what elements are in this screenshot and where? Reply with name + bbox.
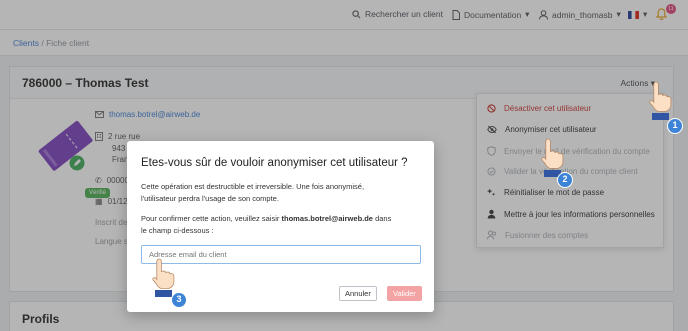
modal-warning-line-2: l'utilisateur perdra l'usage de son comp…: [141, 193, 279, 203]
pointing-hand-icon: [649, 81, 672, 120]
confirm-email: thomas.botrel@airweb.de: [281, 214, 373, 223]
confirm-suffix: dans: [372, 214, 392, 223]
modal-confirm-instruction: Pour confirmer cette action, veuillez sa…: [141, 213, 423, 225]
modal-confirm-line-2: le champ ci-dessous :: [141, 225, 214, 235]
callout-number: 3: [171, 292, 187, 308]
modal-title: Etes-vous sûr de vouloir anonymiser cet …: [141, 157, 408, 169]
callout-number: 2: [557, 172, 573, 188]
callout-number: 1: [667, 118, 683, 134]
pointing-hand-icon: [152, 258, 175, 297]
pointing-hand-icon: [541, 138, 564, 177]
validate-button[interactable]: Valider: [387, 286, 422, 301]
client-email-input[interactable]: [141, 245, 421, 264]
confirm-prefix: Pour confirmer cette action, veuillez sa…: [141, 214, 282, 223]
modal-warning-line-1: Cette opération est destructible et irre…: [141, 182, 365, 191]
cancel-button[interactable]: Annuler: [339, 286, 377, 301]
